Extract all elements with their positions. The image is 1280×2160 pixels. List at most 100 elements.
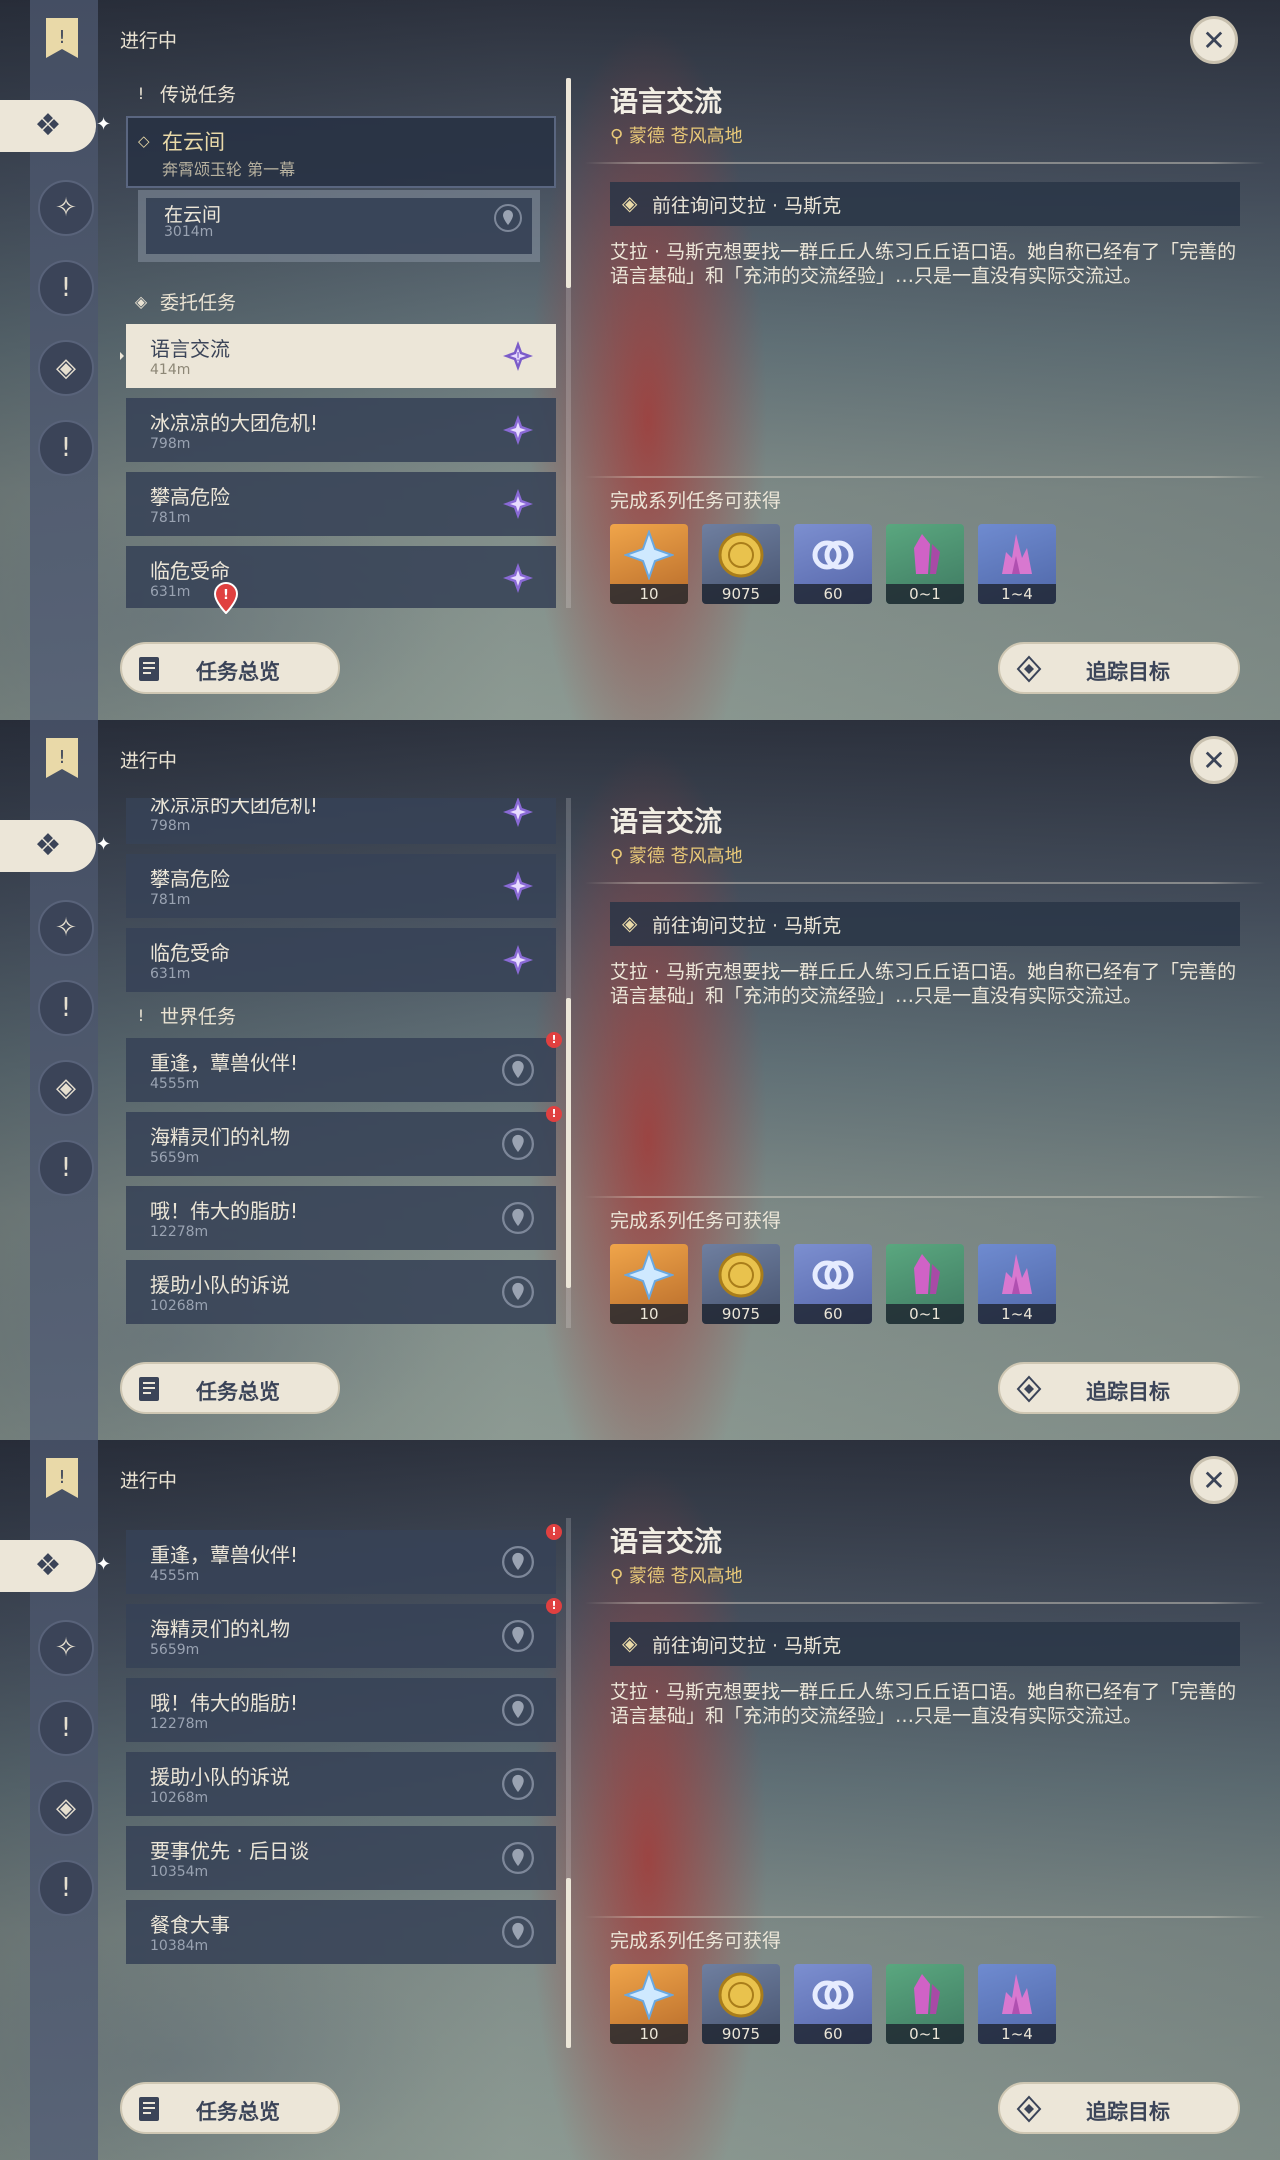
adventure-exp-icon — [812, 1980, 854, 2010]
track-target-button[interactable]: 追踪目标 — [998, 1362, 1240, 1414]
reward-mora[interactable]: 9075 — [702, 1244, 780, 1324]
quest-screen-1: ! ❖ ✦ ✧ ! ◈ ! 进行中 ✕ ! 传说任务 ◇ 在云间 奔霄颂玉轮 第一… — [0, 0, 1280, 720]
svg-text:!: ! — [58, 27, 65, 48]
tab-all-quests[interactable]: ❖ — [0, 1540, 96, 1592]
close-button[interactable]: ✕ — [1190, 16, 1238, 64]
scroll-thumb[interactable] — [566, 998, 571, 1288]
close-icon: ✕ — [1202, 1463, 1226, 1497]
reward-crystal-chunk[interactable]: 0~1 — [886, 1964, 964, 2044]
quest-distance: 414m — [150, 362, 191, 378]
quest-list-scrollbar[interactable] — [566, 1518, 571, 2048]
commission-star-icon — [503, 415, 533, 445]
quest-overview-button[interactable]: 任务总览 — [120, 1362, 340, 1414]
mora-icon — [718, 1972, 764, 2018]
divider — [585, 476, 1265, 478]
quest-item[interactable]: 冰凉凉的大团危机! 798m — [126, 798, 556, 844]
map-pin-icon — [502, 1842, 534, 1874]
quest-description: 艾拉 · 马斯克想要找一群丘丘人练习丘丘语口语。她自称已经有了「完善的语言基础」… — [610, 961, 1237, 1007]
scroll-thumb[interactable] — [566, 78, 571, 288]
tab-story-quests[interactable]: ! — [38, 1700, 94, 1756]
quest-item[interactable]: 攀高危险 781m — [126, 472, 556, 536]
quest-item[interactable]: 攀高危险 781m — [126, 854, 556, 918]
objective-diamond-icon: ◈ — [622, 191, 638, 215]
quest-list-scrollbar[interactable] — [566, 78, 571, 608]
tab-all-quests[interactable]: ❖ — [0, 820, 96, 872]
quest-item[interactable]: 临危受命 631m — [126, 928, 556, 992]
quest-item[interactable]: 海精灵们的礼物 5659m ! — [126, 1106, 562, 1176]
track-target-button[interactable]: 追踪目标 — [998, 642, 1240, 694]
map-pin-icon — [502, 1694, 534, 1726]
tab-commissions[interactable]: ◈ — [38, 1780, 94, 1836]
quest-book-icon[interactable]: ! — [44, 16, 80, 60]
reward-adventure-exp[interactable]: 60 — [794, 1244, 872, 1324]
legend-quest-item[interactable]: ◇ 在云间 奔霄颂玉轮 第一幕 — [126, 116, 556, 188]
quest-list-scrollbar[interactable] — [566, 798, 571, 1328]
tab-archon-quests[interactable]: ✧ — [38, 900, 94, 956]
map-pin-icon — [494, 204, 522, 232]
quest-book-icon[interactable]: ! — [44, 736, 80, 780]
crystal-cluster-icon — [1002, 1254, 1032, 1294]
reward-crystal-cluster[interactable]: 1~4 — [978, 1964, 1056, 2044]
reward-crystal-cluster[interactable]: 1~4 — [978, 1244, 1056, 1324]
quest-item[interactable]: 冰凉凉的大团危机! 798m — [126, 398, 556, 462]
track-target-button[interactable]: 追踪目标 — [998, 2082, 1240, 2134]
quest-item[interactable]: 援助小队的诉说 10268m — [126, 1260, 556, 1324]
svg-text:!: ! — [223, 588, 229, 603]
tab-archon-quests[interactable]: ✧ — [38, 1620, 94, 1676]
quest-item[interactable]: 哦！伟大的脂肪! 12278m — [126, 1678, 556, 1742]
tab-world-quests[interactable]: ! — [38, 1140, 94, 1196]
tab-all-quests[interactable]: ❖ — [0, 100, 96, 152]
quest-item[interactable]: 重逢，蕈兽伙伴! 4555m ! — [126, 1524, 562, 1594]
reward-crystal-chunk[interactable]: 0~1 — [886, 1244, 964, 1324]
reward-adventure-exp[interactable]: 60 — [794, 524, 872, 604]
quest-list[interactable]: 冰凉凉的大团危机! 798m 攀高危险 781m 临危受命 631m ! 世界任务… — [120, 798, 570, 1328]
svg-text:!: ! — [58, 1467, 65, 1488]
reward-primogem[interactable]: 10 — [610, 1964, 688, 2044]
quest-overview-button[interactable]: 任务总览 — [120, 2082, 340, 2134]
quest-item[interactable]: 餐食大事 10384m — [126, 1900, 556, 1964]
quest-item[interactable]: 重逢，蕈兽伙伴! 4555m ! — [126, 1032, 562, 1102]
quest-item[interactable]: 援助小队的诉说 10268m — [126, 1752, 556, 1816]
quest-list[interactable]: 重逢，蕈兽伙伴! 4555m ! 海精灵们的礼物 5659m ! 哦！伟大的脂肪… — [120, 1518, 570, 2048]
reward-primogem[interactable]: 10 — [610, 524, 688, 604]
legend-subquest-item[interactable]: 在云间 3014m — [138, 190, 540, 262]
quest-overview-icon — [139, 1377, 159, 1401]
quest-title-detail: 语言交流 — [610, 85, 723, 118]
quest-item[interactable]: 海精灵们的礼物 5659m ! — [126, 1598, 562, 1668]
quest-book-icon[interactable]: ! — [44, 1456, 80, 1500]
reward-adventure-exp[interactable]: 60 — [794, 1964, 872, 2044]
adventure-exp-icon — [812, 1260, 854, 1290]
quest-screen-3: ! ❖ ✦ ✧ ! ◈ ! 进行中 ✕ 重逢，蕈兽伙伴! 4555m ! 海精灵… — [0, 1440, 1280, 2160]
tab-commissions[interactable]: ◈ — [38, 1060, 94, 1116]
map-pin-icon — [502, 1546, 534, 1578]
tab-commissions[interactable]: ◈ — [38, 340, 94, 396]
status-label: 进行中 — [120, 750, 178, 772]
tab-story-quests[interactable]: ! — [38, 980, 94, 1036]
tab-story-quests[interactable]: ! — [38, 260, 94, 316]
quest-item[interactable]: 临危受命 631m — [126, 546, 556, 608]
reward-crystal-chunk[interactable]: 0~1 — [886, 524, 964, 604]
map-pin-icon — [502, 1128, 534, 1160]
quest-item-selected[interactable]: 语言交流 414m ! — [120, 324, 556, 388]
tab-world-quests[interactable]: ! — [38, 420, 94, 476]
scroll-thumb[interactable] — [566, 1878, 571, 2048]
quest-item[interactable]: 要事优先 · 后日谈 10354m — [126, 1826, 556, 1890]
quest-item[interactable]: 哦！伟大的脂肪! 12278m — [126, 1186, 556, 1250]
commission-icon: ◈ — [56, 353, 76, 383]
tab-world-quests[interactable]: ! — [38, 1860, 94, 1916]
reward-mora[interactable]: 9075 — [702, 524, 780, 604]
commission-star-icon: ! — [503, 341, 533, 371]
alert-pin-icon: ! — [213, 582, 239, 614]
quest-objective: ◈ 前往询问艾拉 · 马斯克 — [610, 902, 1240, 946]
tab-archon-quests[interactable]: ✧ — [38, 180, 94, 236]
reward-crystal-cluster[interactable]: 1~4 — [978, 524, 1056, 604]
location-pin-icon: ⚲ — [610, 1566, 629, 1587]
reward-primogem[interactable]: 10 — [610, 1244, 688, 1324]
commission-star-icon — [503, 871, 533, 901]
close-button[interactable]: ✕ — [1190, 736, 1238, 784]
quest-list[interactable]: ! 传说任务 ◇ 在云间 奔霄颂玉轮 第一幕 在云间 3014m ◈ 委托任务 语言… — [120, 78, 570, 608]
close-button[interactable]: ✕ — [1190, 1456, 1238, 1504]
quest-overview-button[interactable]: 任务总览 — [120, 642, 340, 694]
story-quest-icon: ! — [60, 273, 72, 303]
reward-mora[interactable]: 9075 — [702, 1964, 780, 2044]
